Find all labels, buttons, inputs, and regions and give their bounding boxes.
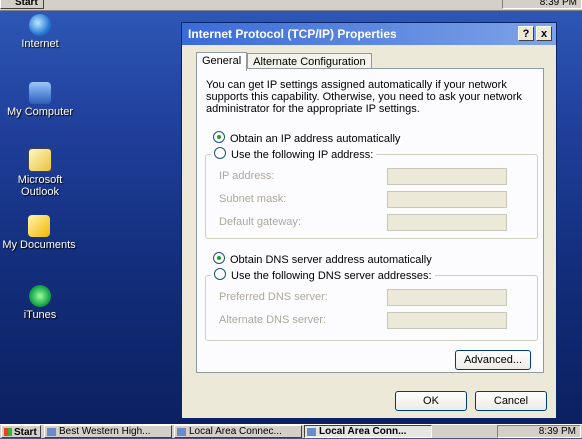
general-tab-panel: You can get IP settings assigned automat…	[196, 68, 544, 373]
dialog-titlebar[interactable]: Internet Protocol (TCP/IP) Properties ? …	[182, 23, 556, 45]
cancel-button[interactable]: Cancel	[475, 391, 547, 411]
use-following-ip-label: Use the following IP address:	[231, 149, 374, 161]
obtain-dns-auto-label: Obtain DNS server address automatically	[230, 254, 432, 266]
top-system-tray: 8:39 PM	[502, 0, 582, 9]
advanced-button[interactable]: Advanced...	[455, 350, 531, 370]
start-button[interactable]: Start	[1, 425, 41, 438]
tcpip-properties-dialog: Internet Protocol (TCP/IP) Properties ? …	[181, 22, 557, 419]
network-connection-icon	[177, 428, 186, 436]
alternate-dns-label: Alternate DNS server:	[219, 314, 326, 326]
taskbar-item-label: Local Area Conn...	[319, 426, 407, 437]
outlook-icon	[28, 148, 52, 172]
itunes-icon	[29, 285, 51, 307]
default-gateway-label: Default gateway:	[219, 216, 301, 228]
subnet-mask-field[interactable]	[387, 191, 507, 208]
desktop-icon-my-documents[interactable]: My Documents	[0, 215, 78, 251]
dialog-title: Internet Protocol (TCP/IP) Properties	[188, 27, 397, 41]
help-button[interactable]: ?	[518, 26, 534, 41]
close-button[interactable]: x	[536, 26, 552, 41]
taskbar: Start Best Western High... Local Area Co…	[0, 424, 582, 438]
desktop-icon-itunes[interactable]: iTunes	[4, 285, 76, 321]
radio-selected-icon	[213, 252, 225, 264]
obtain-ip-auto-label: Obtain an IP address automatically	[230, 133, 401, 145]
folder-icon	[28, 215, 50, 237]
internet-explorer-icon	[29, 14, 51, 36]
tab-general[interactable]: General	[196, 52, 248, 71]
desktop-icon-outlook[interactable]: Microsoft Outlook	[4, 148, 76, 198]
desktop-icon-label: My Computer	[6, 106, 74, 118]
ip-address-label: IP address:	[219, 170, 275, 182]
default-gateway-field[interactable]	[387, 214, 507, 231]
obtain-dns-auto-radio[interactable]: Obtain DNS server address automatically	[213, 252, 432, 266]
obtain-ip-auto-radio[interactable]: Obtain an IP address automatically	[213, 131, 400, 145]
start-label: Start	[14, 427, 37, 438]
computer-icon	[29, 82, 51, 104]
top-start-button[interactable]: Start	[0, 0, 44, 9]
desktop-icon-label: Microsoft Outlook	[17, 174, 63, 198]
taskbar-item-local-area-connection-1[interactable]: Local Area Connec...	[174, 425, 302, 438]
desktop-icon-label: My Documents	[2, 239, 76, 251]
tray-clock[interactable]: 8:39 PM	[539, 426, 576, 437]
use-following-dns-label: Use the following DNS server addresses:	[231, 270, 432, 282]
top-clock: 8:39 PM	[539, 0, 577, 8]
alternate-dns-field[interactable]	[387, 312, 507, 329]
ip-address-field[interactable]	[387, 168, 507, 185]
use-following-dns-radio[interactable]: Use the following DNS server addresses:	[211, 268, 435, 282]
system-tray: 8:39 PM	[497, 425, 581, 438]
desktop-icon-internet[interactable]: Internet	[4, 14, 76, 50]
taskbar-item-local-area-connection-2[interactable]: Local Area Conn...	[304, 425, 432, 438]
browser-window-icon	[47, 428, 56, 436]
intro-text: You can get IP settings assigned automat…	[206, 79, 522, 115]
taskbar-item-best-western[interactable]: Best Western High...	[44, 425, 172, 438]
network-connection-icon	[307, 428, 316, 436]
taskbar-item-label: Local Area Connec...	[189, 426, 282, 437]
desktop-icon-label: Internet	[21, 38, 59, 50]
tab-strip: General Alternate Configuration	[196, 51, 372, 71]
top-taskbar: Start 8:39 PM	[0, 0, 582, 11]
desktop-icon-my-computer[interactable]: My Computer	[4, 82, 76, 118]
dns-server-group	[205, 275, 538, 341]
use-following-ip-radio[interactable]: Use the following IP address:	[211, 147, 377, 161]
radio-selected-icon	[213, 131, 225, 143]
subnet-mask-label: Subnet mask:	[219, 193, 287, 205]
preferred-dns-label: Preferred DNS server:	[219, 291, 328, 303]
ok-button[interactable]: OK	[395, 391, 467, 411]
windows-logo-icon	[4, 428, 12, 436]
desktop-icon-label: iTunes	[23, 309, 57, 321]
radio-unselected-icon	[214, 268, 226, 280]
radio-unselected-icon	[214, 147, 226, 159]
preferred-dns-field[interactable]	[387, 289, 507, 306]
taskbar-item-label: Best Western High...	[59, 426, 151, 437]
